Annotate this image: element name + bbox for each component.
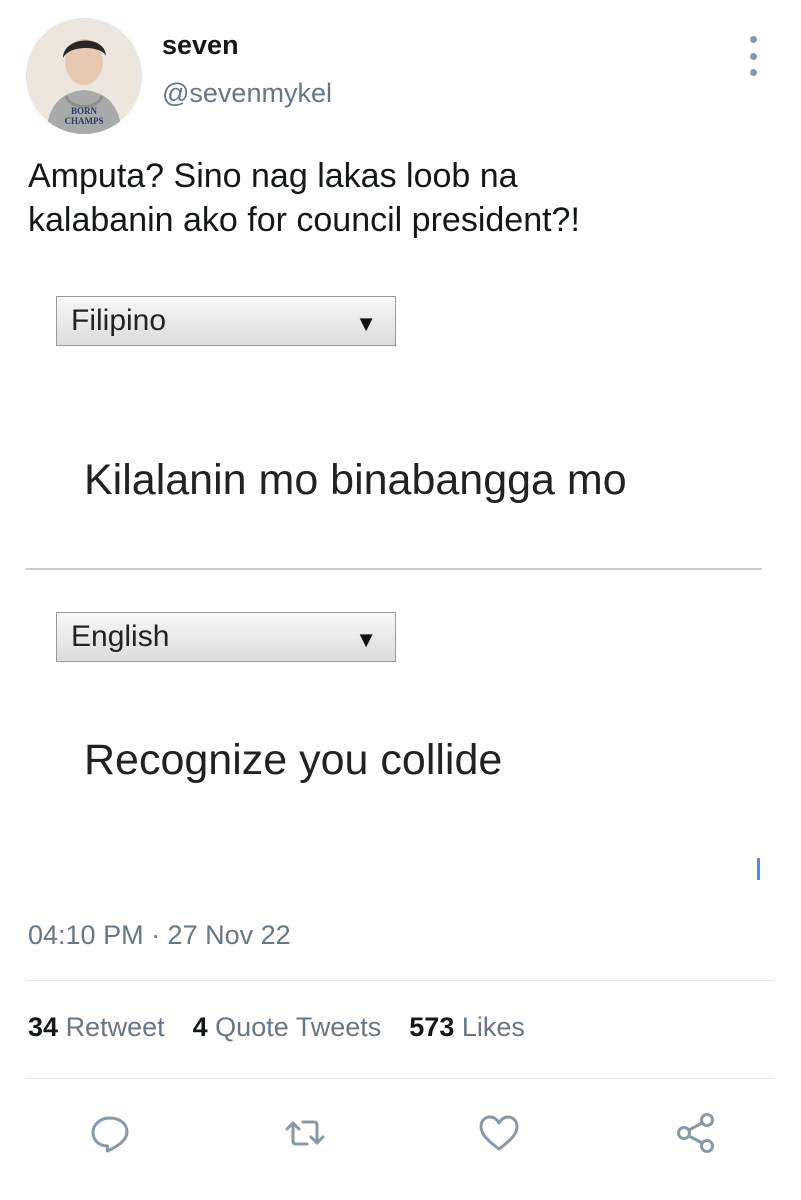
share-button[interactable] [671,1108,721,1158]
dropdown-arrow-icon: ▼ [355,627,377,652]
user-avatar-image: BORN CHAMPS [26,18,142,134]
more-dot [749,36,757,43]
like-button[interactable] [474,1108,524,1158]
divider [26,568,762,570]
quote-count: 4 [192,1012,208,1042]
avatar[interactable]: BORN CHAMPS [26,18,142,134]
more-dot [749,69,757,76]
user-handle[interactable]: @sevenmykel [162,78,332,109]
likes-label: Likes [461,1012,525,1042]
scroll-indicator [757,858,760,880]
retweet-label: Retweet [65,1012,165,1042]
tweet-text-line: Amputa? Sino nag lakas loob na [28,157,518,195]
retweet-count: 34 [28,1012,59,1042]
svg-text:CHAMPS: CHAMPS [65,116,104,126]
action-bar [0,1108,801,1158]
likes-count: 573 [409,1012,455,1042]
target-language-select: English ▼ [56,612,396,662]
tweet-stats: 34 Retweet 4 Quote Tweets 573 Likes [28,1012,525,1043]
retweet-stat[interactable]: 34 Retweet [28,1012,165,1043]
tweet-timestamp: 04:10 PM · 27 Nov 22 [28,920,291,950]
dropdown-arrow-icon: ▼ [355,311,377,336]
display-name[interactable]: seven [162,30,239,61]
reply-icon [91,1116,129,1153]
divider [26,980,774,981]
source-language-label: Filipino [71,304,167,337]
like-icon [479,1115,519,1151]
quote-label: Quote Tweets [215,1012,382,1042]
quote-tweets-stat[interactable]: 4 Quote Tweets [193,1012,382,1043]
divider [26,1078,774,1079]
retweet-icon [285,1120,325,1146]
target-language-label: English [71,620,170,653]
tweet-media-image[interactable]: Filipino ▼ Kilalanin mo binabangga mo En… [26,270,776,880]
tweet-text: Amputa? Sino nag lakas loob na kalabanin… [28,154,768,242]
translated-text: Recognize you collide [84,736,503,784]
more-options-icon[interactable] [738,36,768,76]
retweet-button[interactable] [280,1108,330,1158]
tweet-text-line: kalabanin ako for council president?! [28,201,580,239]
likes-stat[interactable]: 573 Likes [409,1012,525,1043]
reply-button[interactable] [85,1108,135,1158]
source-language-select: Filipino ▼ [56,296,396,346]
source-text: Kilalanin mo binabangga mo [84,456,627,504]
more-dot [749,52,757,60]
svg-text:BORN: BORN [71,106,98,116]
share-icon [677,1113,714,1153]
